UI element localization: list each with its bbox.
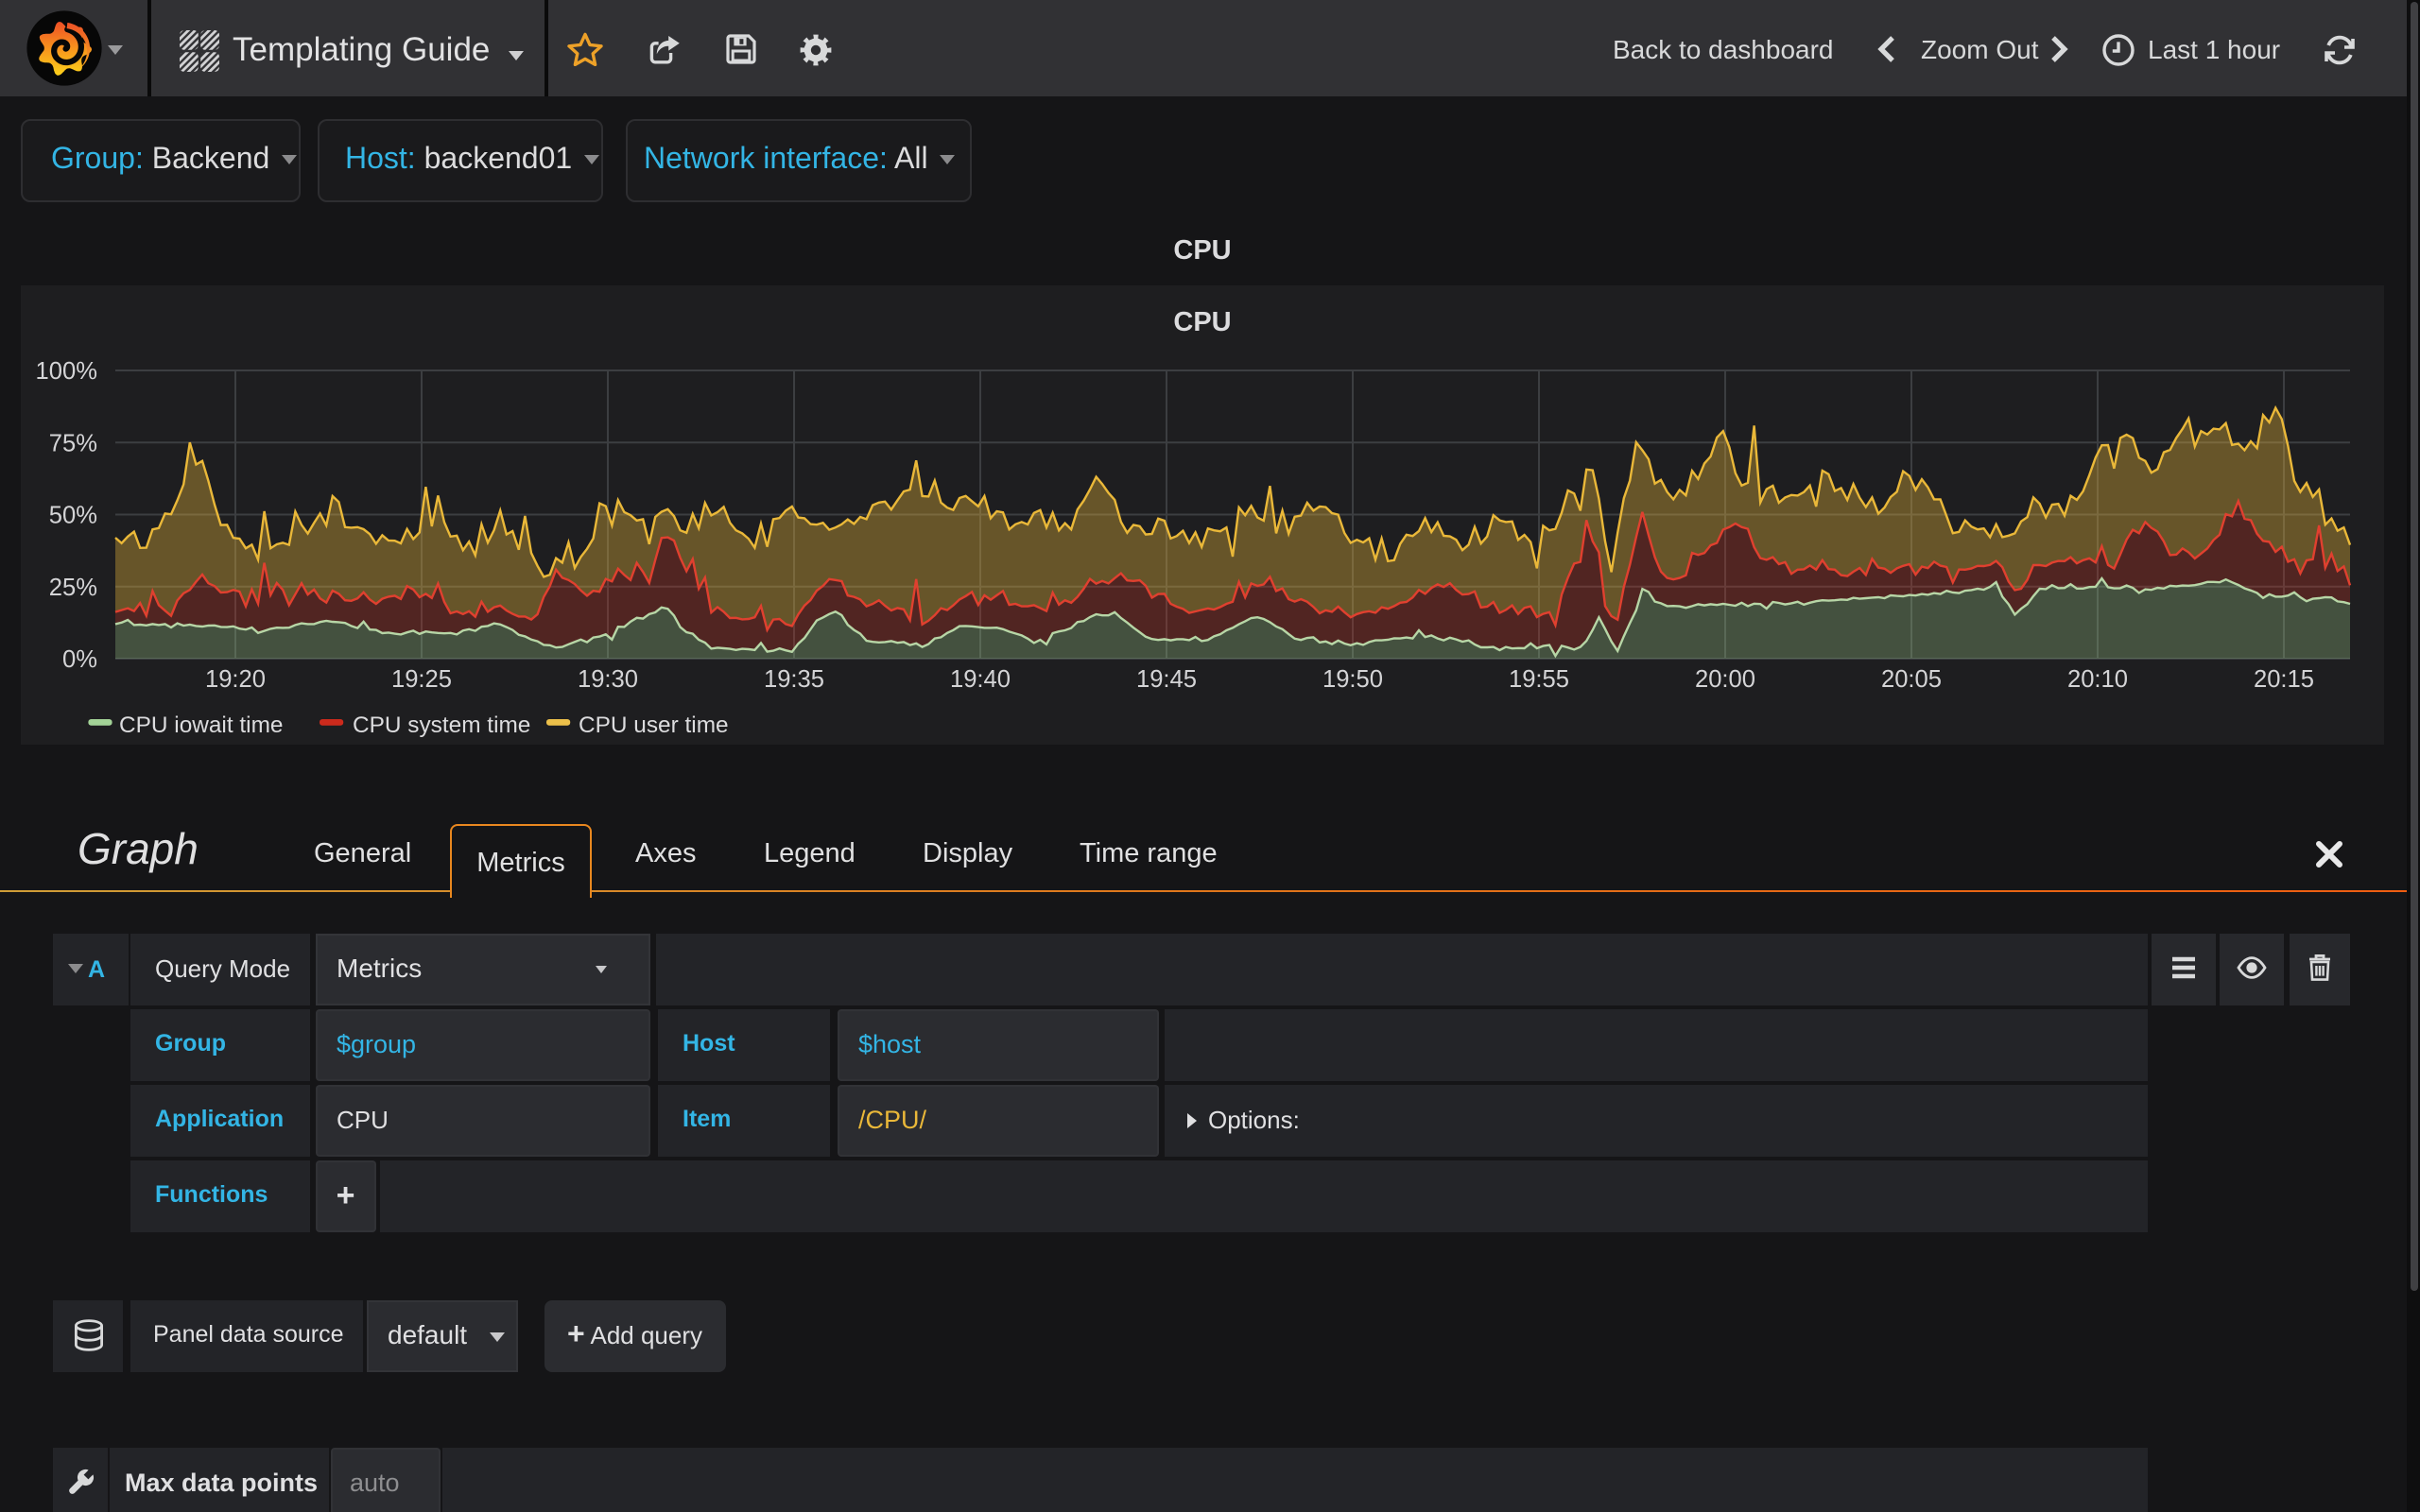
svg-text:19:40: 19:40 <box>950 665 1011 692</box>
svg-text:0%: 0% <box>62 645 97 672</box>
svg-text:19:25: 19:25 <box>391 665 452 692</box>
svg-text:50%: 50% <box>49 502 97 528</box>
svg-text:19:55: 19:55 <box>1509 665 1569 692</box>
svg-text:CPU: CPU <box>1173 306 1231 336</box>
svg-text:75%: 75% <box>49 429 97 455</box>
svg-text:19:35: 19:35 <box>764 665 824 692</box>
svg-text:19:45: 19:45 <box>1136 665 1197 692</box>
svg-text:20:15: 20:15 <box>2254 665 2314 692</box>
svg-text:CPU iowait time: CPU iowait time <box>119 712 284 737</box>
svg-text:19:50: 19:50 <box>1322 665 1383 692</box>
svg-text:20:05: 20:05 <box>1881 665 1942 692</box>
svg-text:20:10: 20:10 <box>2067 665 2128 692</box>
svg-text:19:20: 19:20 <box>205 665 266 692</box>
svg-text:100%: 100% <box>36 357 97 384</box>
svg-text:19:30: 19:30 <box>578 665 638 692</box>
svg-text:20:00: 20:00 <box>1695 665 1755 692</box>
svg-text:25%: 25% <box>49 574 97 600</box>
svg-text:CPU user time: CPU user time <box>579 712 729 737</box>
svg-text:CPU system time: CPU system time <box>353 712 530 737</box>
